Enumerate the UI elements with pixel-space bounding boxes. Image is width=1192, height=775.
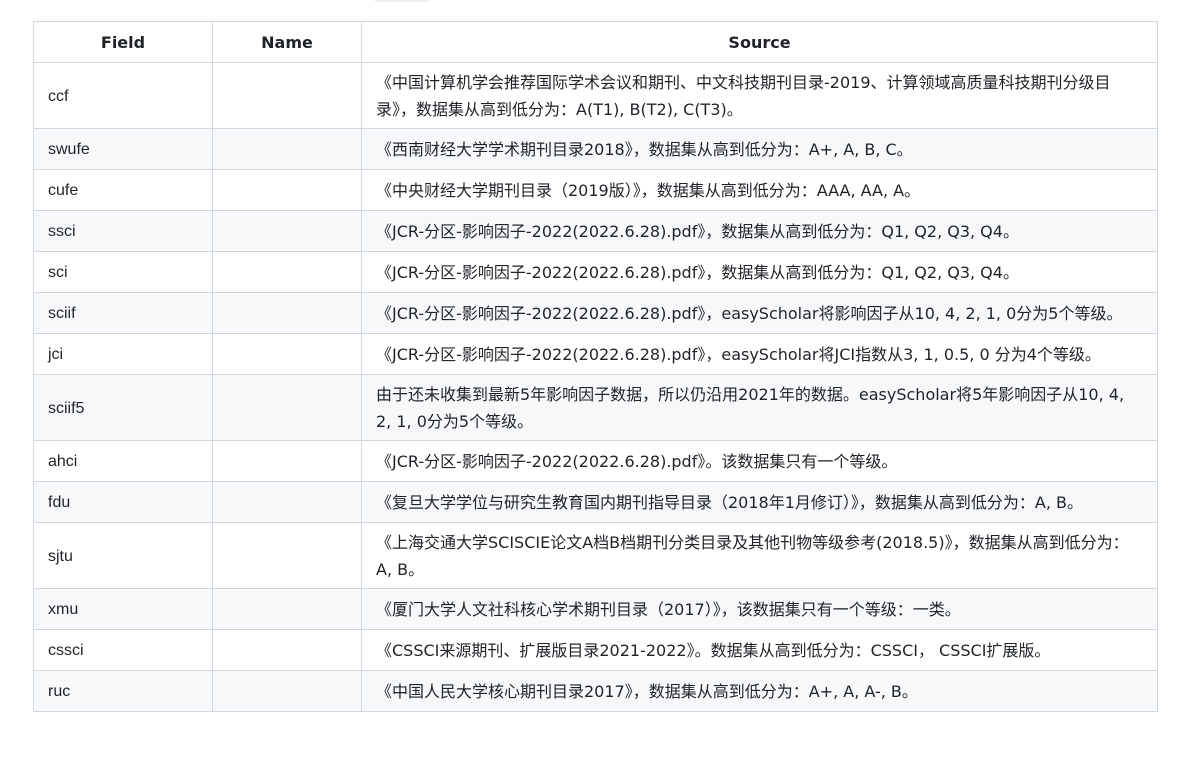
table-row: cufe 《中央财经大学期刊目录（2019版）》，数据集从高到低分为：AAA, … <box>33 169 1158 211</box>
cell-field: swufe <box>33 128 213 170</box>
cell-name <box>212 481 362 523</box>
table-row: swufe 《西南财经大学学术期刊目录2018》，数据集从高到低分为：A+, A… <box>33 128 1158 170</box>
cell-field: sjtu <box>33 522 213 589</box>
cell-source: 《中央财经大学期刊目录（2019版）》，数据集从高到低分为：AAA, AA, A… <box>361 169 1158 211</box>
cell-name <box>212 210 362 252</box>
column-header-field: Field <box>33 21 213 63</box>
table-header: Field Name Source <box>33 21 1158 63</box>
clipped-paragraph-above <box>0 0 1192 2</box>
cell-source: 《JCR-分区-影响因子-2022(2022.6.28).pdf》，easySc… <box>361 333 1158 375</box>
table-row: sciif5 由于还未收集到最新5年影响因子数据，所以仍沿用2021年的数据。e… <box>33 374 1158 441</box>
cell-field: sciif5 <box>33 374 213 441</box>
table-row: ahci 《JCR-分区-影响因子-2022(2022.6.28).pdf》。该… <box>33 440 1158 482</box>
table-row: fdu 《复旦大学学位与研究生教育国内期刊指导目录（2018年1月修订）》，数据… <box>33 481 1158 523</box>
cell-source: 《CSSCI来源期刊、扩展版目录2021-2022》。数据集从高到低分为：CSS… <box>361 629 1158 671</box>
cell-source: 《JCR-分区-影响因子-2022(2022.6.28).pdf》。该数据集只有… <box>361 440 1158 482</box>
cell-field: cssci <box>33 629 213 671</box>
table-row: sci 《JCR-分区-影响因子-2022(2022.6.28).pdf》，数据… <box>33 251 1158 293</box>
cell-name <box>212 128 362 170</box>
cell-source: 《JCR-分区-影响因子-2022(2022.6.28).pdf》，数据集从高到… <box>361 251 1158 293</box>
cell-field: fdu <box>33 481 213 523</box>
cell-field: jci <box>33 333 213 375</box>
cell-source: 《厦门大学人文社科核心学术期刊目录（2017）》，该数据集只有一个等级：一类。 <box>361 588 1158 630</box>
cell-field: ssci <box>33 210 213 252</box>
cell-name <box>212 629 362 671</box>
cell-name <box>212 670 362 712</box>
cell-field: xmu <box>33 588 213 630</box>
cell-name <box>212 440 362 482</box>
cell-field: sci <box>33 251 213 293</box>
cell-name <box>212 333 362 375</box>
cell-name <box>212 62 362 129</box>
table-row: ruc 《中国人民大学核心期刊目录2017》，数据集从高到低分为：A+, A, … <box>33 670 1158 712</box>
cell-source: 《中国人民大学核心期刊目录2017》，数据集从高到低分为：A+, A, A-, … <box>361 670 1158 712</box>
table-row: ssci 《JCR-分区-影响因子-2022(2022.6.28).pdf》，数… <box>33 210 1158 252</box>
cell-field: sciif <box>33 292 213 334</box>
cell-name <box>212 522 362 589</box>
cell-source: 《中国计算机学会推荐国际学术会议和期刊、中文科技期刊目录-2019、计算领域高质… <box>361 62 1158 129</box>
cell-name <box>212 169 362 211</box>
cell-source: 由于还未收集到最新5年影响因子数据，所以仍沿用2021年的数据。easyScho… <box>361 374 1158 441</box>
table-row: sjtu 《上海交通大学SCISCIE论文A档B档期刊分类目录及其他刊物等级参考… <box>33 522 1158 589</box>
column-header-source: Source <box>361 21 1158 63</box>
inline-code-chip <box>372 0 432 2</box>
cell-source: 《JCR-分区-影响因子-2022(2022.6.28).pdf》，easySc… <box>361 292 1158 334</box>
cell-field: ccf <box>33 62 213 129</box>
cell-field: ruc <box>33 670 213 712</box>
cell-field: cufe <box>33 169 213 211</box>
cell-name <box>212 251 362 293</box>
cell-name <box>212 292 362 334</box>
table-row: xmu 《厦门大学人文社科核心学术期刊目录（2017）》，该数据集只有一个等级：… <box>33 588 1158 630</box>
cell-source: 《JCR-分区-影响因子-2022(2022.6.28).pdf》，数据集从高到… <box>361 210 1158 252</box>
table-row: sciif 《JCR-分区-影响因子-2022(2022.6.28).pdf》，… <box>33 292 1158 334</box>
cell-name <box>212 374 362 441</box>
column-header-name: Name <box>212 21 362 63</box>
cell-name <box>212 588 362 630</box>
header-row: Field Name Source <box>33 21 1158 63</box>
cell-source: 《上海交通大学SCISCIE论文A档B档期刊分类目录及其他刊物等级参考(2018… <box>361 522 1158 589</box>
fields-table-container: Field Name Source ccf 《中国计算机学会推荐国际学术会议和期… <box>33 21 1158 712</box>
cell-field: ahci <box>33 440 213 482</box>
fields-table: Field Name Source ccf 《中国计算机学会推荐国际学术会议和期… <box>33 21 1158 712</box>
cell-source: 《西南财经大学学术期刊目录2018》，数据集从高到低分为：A+, A, B, C… <box>361 128 1158 170</box>
table-row: cssci 《CSSCI来源期刊、扩展版目录2021-2022》。数据集从高到低… <box>33 629 1158 671</box>
table-row: ccf 《中国计算机学会推荐国际学术会议和期刊、中文科技期刊目录-2019、计算… <box>33 62 1158 129</box>
table-row: jci 《JCR-分区-影响因子-2022(2022.6.28).pdf》，ea… <box>33 333 1158 375</box>
table-body: ccf 《中国计算机学会推荐国际学术会议和期刊、中文科技期刊目录-2019、计算… <box>33 62 1158 712</box>
cell-source: 《复旦大学学位与研究生教育国内期刊指导目录（2018年1月修订）》，数据集从高到… <box>361 481 1158 523</box>
